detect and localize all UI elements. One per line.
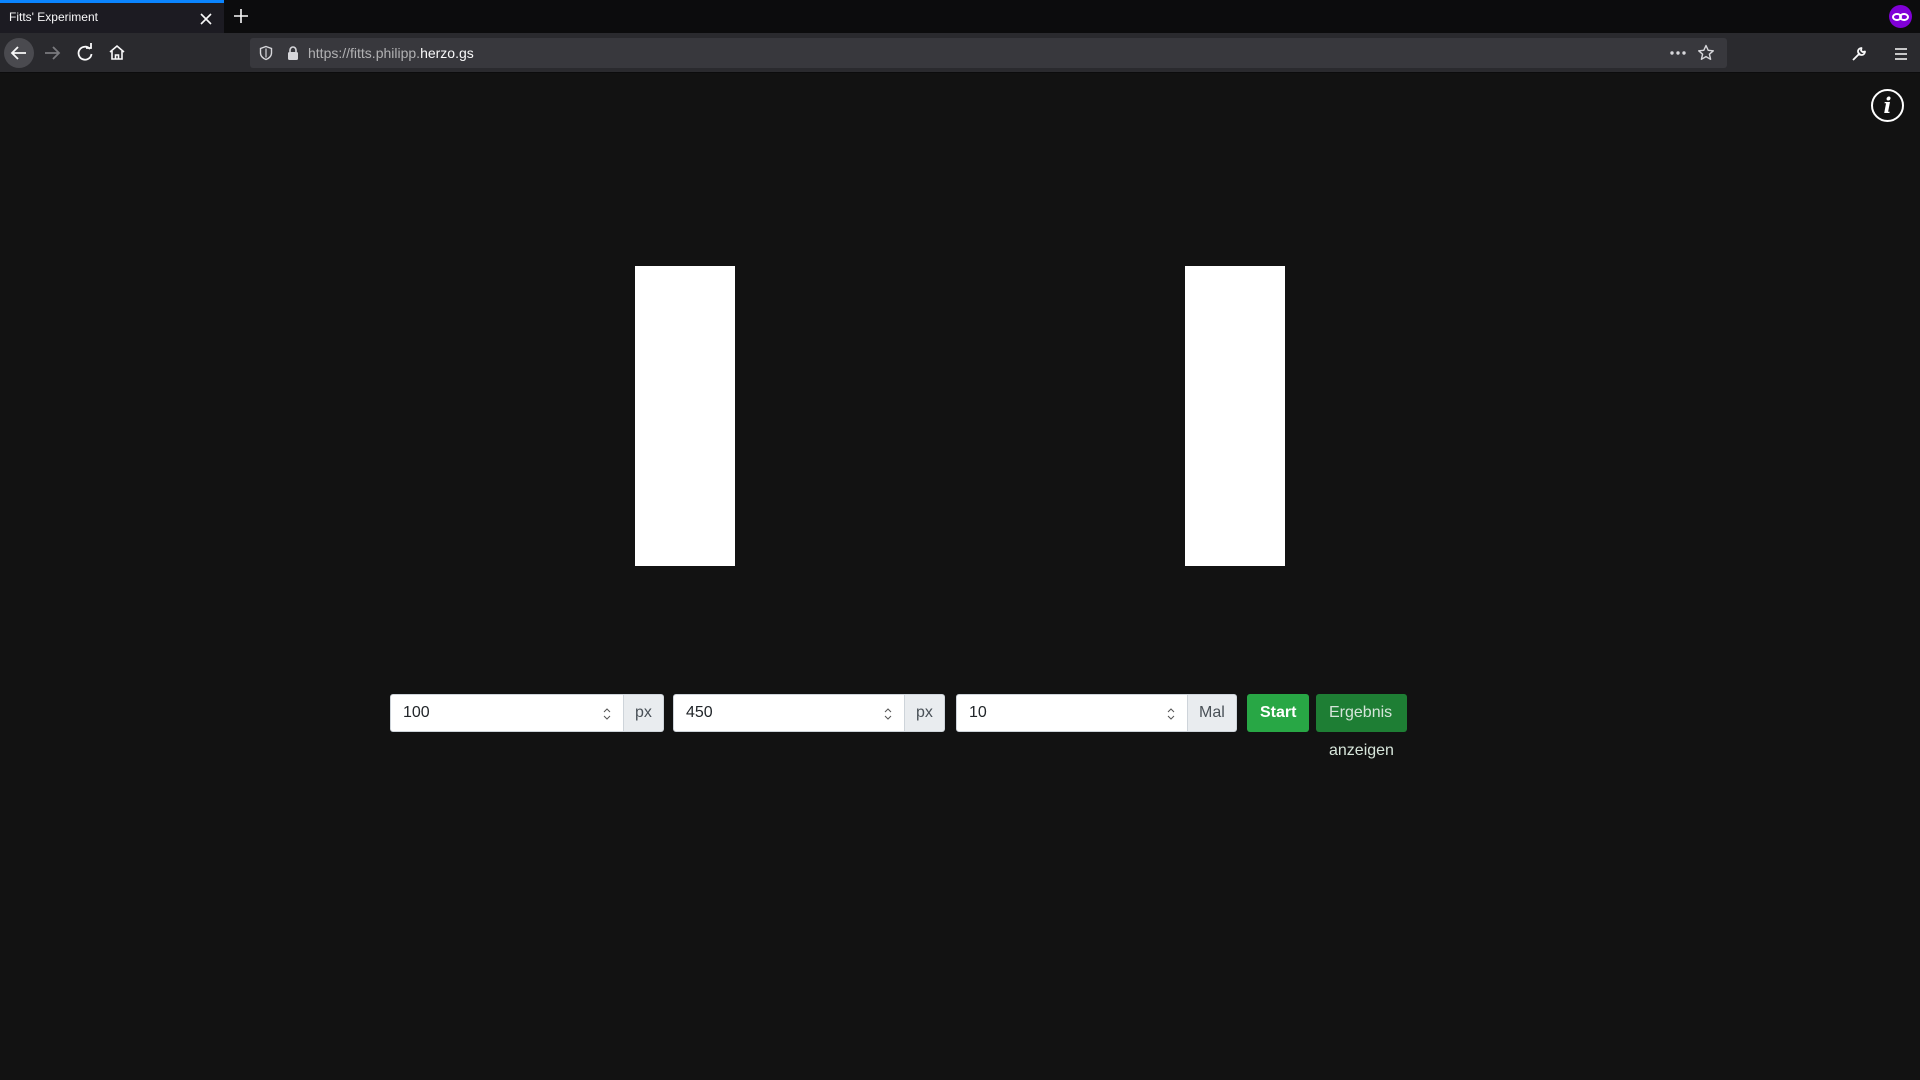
private-browsing-icon <box>1889 5 1912 28</box>
reload-icon <box>77 43 93 61</box>
more-icon[interactable] <box>1668 45 1688 61</box>
repetitions-input-group: 10 Mal <box>956 694 1237 732</box>
show-result-button[interactable]: Ergebnis anzeigen <box>1316 694 1407 759</box>
page-content: i 100 px 450 px 10 Mal Start Ergebnis an… <box>0 74 1920 1080</box>
repetitions-input[interactable]: 10 <box>956 694 1188 732</box>
info-button[interactable]: i <box>1871 89 1904 122</box>
lock-icon[interactable] <box>285 45 301 61</box>
shield-icon[interactable] <box>258 45 274 61</box>
hamburger-menu-icon[interactable] <box>1891 44 1911 64</box>
navigation-toolbar: https://fitts.philipp.herzo.gs <box>0 33 1920 73</box>
distance-input[interactable]: 450 <box>673 694 905 732</box>
width-input-group: 100 px <box>390 694 664 732</box>
distance-value: 450 <box>686 704 713 721</box>
home-button[interactable] <box>102 38 132 68</box>
back-button[interactable] <box>4 38 34 68</box>
distance-unit: px <box>905 694 945 732</box>
tab-fitts-experiment[interactable]: Fitts' Experiment <box>0 0 224 33</box>
arrow-right-icon <box>45 46 61 60</box>
arrow-left-icon <box>10 46 26 60</box>
url-prefix: https://fitts.philipp. <box>308 45 421 61</box>
home-icon <box>109 44 125 60</box>
width-value: 100 <box>403 704 430 721</box>
spinner-icon[interactable] <box>1167 707 1175 721</box>
target-left[interactable] <box>635 266 735 566</box>
width-input[interactable]: 100 <box>390 694 624 732</box>
tab-title: Fitts' Experiment <box>9 10 98 24</box>
new-tab-icon[interactable] <box>229 4 253 28</box>
url-domain: herzo.gs <box>420 45 474 61</box>
repetitions-unit: Mal <box>1188 694 1237 732</box>
star-icon[interactable] <box>1697 44 1715 62</box>
url-text: https://fitts.philipp.herzo.gs <box>308 45 474 61</box>
reload-button[interactable] <box>70 38 100 68</box>
forward-button[interactable] <box>37 38 67 68</box>
repetitions-value: 10 <box>969 704 987 721</box>
target-right[interactable] <box>1185 266 1285 566</box>
tab-strip: Fitts' Experiment <box>0 0 1920 33</box>
spinner-icon[interactable] <box>884 707 892 721</box>
wrench-icon[interactable] <box>1849 44 1869 64</box>
address-bar[interactable]: https://fitts.philipp.herzo.gs <box>250 38 1727 68</box>
spinner-icon[interactable] <box>603 707 611 721</box>
close-icon[interactable] <box>196 9 216 29</box>
distance-input-group: 450 px <box>673 694 945 732</box>
width-unit: px <box>624 694 664 732</box>
start-button[interactable]: Start <box>1247 694 1310 732</box>
